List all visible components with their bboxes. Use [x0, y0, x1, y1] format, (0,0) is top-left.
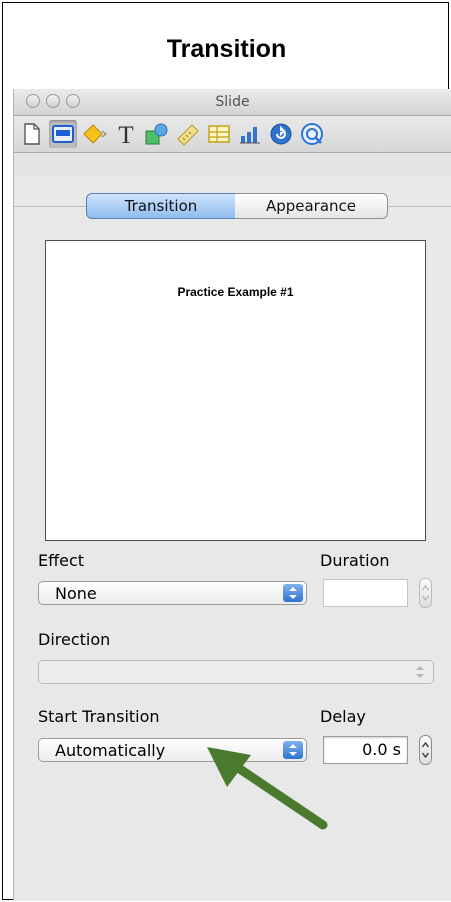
hyperlink-inspector-icon[interactable] — [267, 120, 295, 148]
svg-text:T: T — [118, 122, 133, 147]
effect-value: None — [55, 584, 97, 603]
direction-label: Direction — [38, 630, 111, 649]
delay-stepper[interactable] — [419, 735, 432, 765]
annotation-arrow-icon — [207, 747, 328, 830]
duration-field[interactable] — [323, 579, 408, 607]
start-transition-label: Start Transition — [38, 707, 160, 726]
window-title-bar[interactable]: Slide — [14, 89, 451, 116]
metrics-inspector-icon[interactable] — [174, 120, 202, 148]
build-inspector-icon[interactable] — [81, 120, 109, 148]
chart-inspector-icon[interactable] — [236, 120, 264, 148]
slide-preview[interactable]: Practice Example #1 — [45, 240, 426, 541]
effect-label: Effect — [38, 551, 85, 570]
tab-transition[interactable]: Transition — [86, 193, 236, 219]
effect-popup[interactable]: None — [38, 581, 307, 605]
duration-stepper[interactable] — [419, 578, 432, 608]
text-inspector-icon[interactable]: T — [112, 120, 140, 148]
inspector-toolbar: T — [14, 116, 451, 153]
figure-heading: Transition — [166, 35, 287, 63]
window-title: Slide — [215, 94, 250, 110]
figure-frame: Transition Slide T Transition Appearance… — [2, 2, 451, 901]
quicktime-inspector-icon[interactable] — [298, 120, 326, 148]
start-transition-value: Automatically — [55, 741, 166, 760]
popup-arrows-icon — [410, 663, 430, 681]
graphic-inspector-icon[interactable] — [143, 120, 171, 148]
popup-arrows-icon — [283, 584, 303, 602]
direction-popup[interactable] — [38, 660, 434, 684]
tab-appearance[interactable]: Appearance — [235, 193, 388, 219]
duration-label: Duration — [320, 551, 390, 570]
document-inspector-icon[interactable] — [18, 120, 46, 148]
table-inspector-icon[interactable] — [205, 120, 233, 148]
slide-inspector-icon[interactable] — [49, 120, 77, 148]
toolbar-divider-band — [14, 153, 451, 177]
slide-preview-title: Practice Example #1 — [177, 285, 294, 299]
delay-label: Delay — [320, 707, 366, 726]
